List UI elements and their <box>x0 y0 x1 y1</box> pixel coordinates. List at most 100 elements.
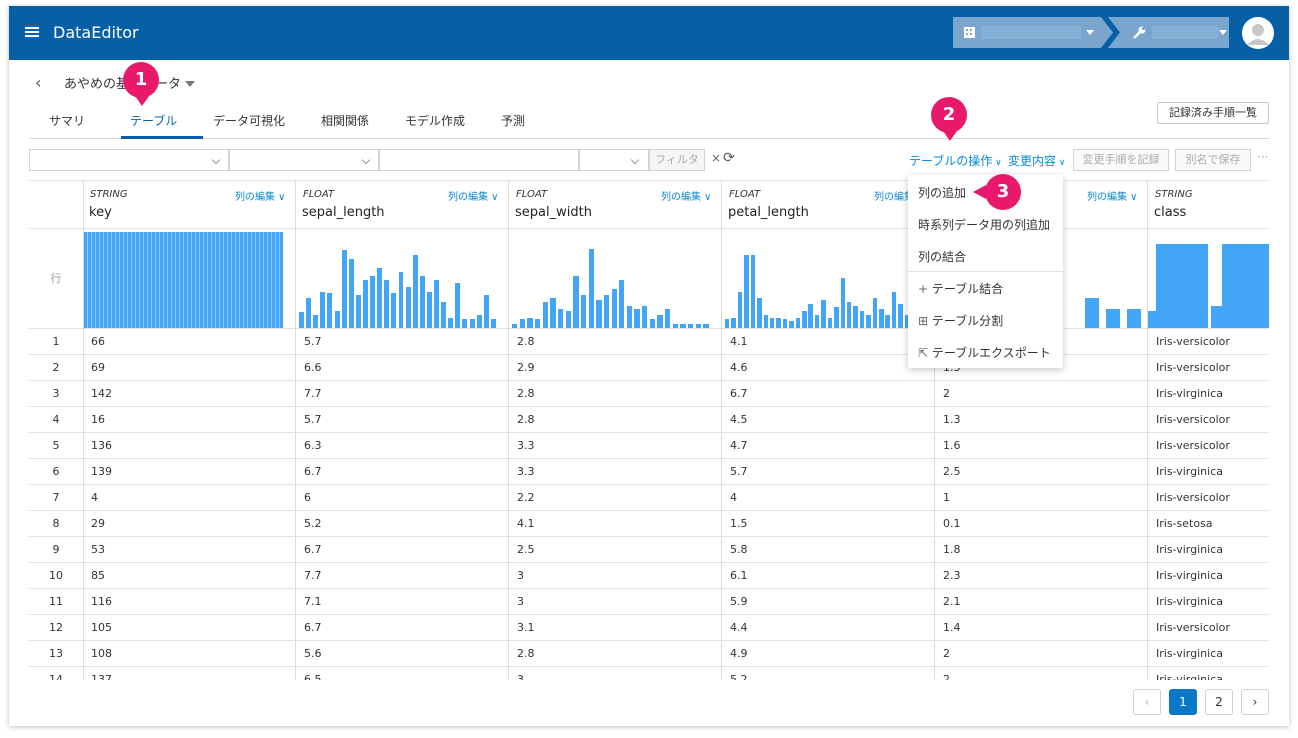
table-cell[interactable]: 29 <box>91 517 105 530</box>
table-cell[interactable]: 2.8 <box>517 413 535 426</box>
table-cell[interactable]: 0.1 <box>943 517 961 530</box>
table-cell[interactable]: Iris-versicolor <box>1156 413 1230 426</box>
table-cell[interactable]: 4.4 <box>730 621 748 634</box>
table-cell[interactable]: Iris-versicolor <box>1156 439 1230 452</box>
table-cell[interactable]: 3.3 <box>517 439 535 452</box>
table-cell[interactable]: 7.1 <box>304 595 322 608</box>
dataset-dropdown-icon[interactable] <box>185 81 195 87</box>
record-steps-button[interactable]: 変更手順を記録 <box>1073 149 1169 171</box>
table-cell[interactable]: 6.5 <box>304 673 322 680</box>
refresh-icon[interactable]: ⟳ <box>723 150 735 166</box>
table-cell[interactable]: 2.5 <box>943 465 961 478</box>
table-cell[interactable]: 7.7 <box>304 569 322 582</box>
table-cell[interactable]: 1.4 <box>943 621 961 634</box>
clear-filter-icon[interactable]: × <box>711 151 721 165</box>
table-cell[interactable]: 69 <box>91 361 105 374</box>
table-cell[interactable]: 6.7 <box>304 465 322 478</box>
save-as-button[interactable]: 別名で保存 <box>1175 149 1251 171</box>
menu-icon[interactable] <box>25 27 39 37</box>
table-cell[interactable]: 1.6 <box>943 439 961 452</box>
table-cell[interactable]: 5.8 <box>730 543 748 556</box>
condition-select[interactable] <box>579 149 649 171</box>
edit-column-button[interactable]: 列の編集 ∨ <box>448 188 499 203</box>
table-cell[interactable]: 4.9 <box>730 647 748 660</box>
table-cell[interactable]: 2.3 <box>943 569 961 582</box>
table-cell[interactable]: 2.8 <box>517 335 535 348</box>
table-cell[interactable]: Iris-virginica <box>1156 387 1223 400</box>
table-cell[interactable]: 6.6 <box>304 361 322 374</box>
table-cell[interactable]: Iris-virginica <box>1156 465 1223 478</box>
table-cell[interactable]: 116 <box>91 595 112 608</box>
table-cell[interactable]: 2.9 <box>517 361 535 374</box>
table-cell[interactable]: 7.7 <box>304 387 322 400</box>
menu-item-add-timeseries-column[interactable]: 時系列データ用の列追加 <box>918 216 1050 233</box>
menu-item-merge-columns[interactable]: 列の結合 <box>918 248 966 265</box>
table-cell[interactable]: 3 <box>517 673 524 680</box>
table-cell[interactable]: Iris-versicolor <box>1156 491 1230 504</box>
project-selector[interactable] <box>1108 17 1229 48</box>
tab-model[interactable]: モデル作成 <box>405 112 465 129</box>
table-cell[interactable]: 5.7 <box>304 413 322 426</box>
table-cell[interactable]: 2 <box>943 673 950 680</box>
table-cell[interactable]: Iris-virginica <box>1156 569 1223 582</box>
pagination-next[interactable]: › <box>1241 689 1269 715</box>
table-cell[interactable]: 5.2 <box>730 673 748 680</box>
table-cell[interactable]: 2.8 <box>517 647 535 660</box>
table-cell[interactable]: 3.1 <box>517 621 535 634</box>
table-cell[interactable]: 3 <box>517 569 524 582</box>
table-cell[interactable]: 6.1 <box>730 569 748 582</box>
table-cell[interactable]: 3.3 <box>517 465 535 478</box>
filter-button[interactable]: フィルタ <box>649 149 705 171</box>
avatar[interactable] <box>1242 17 1274 49</box>
table-cell[interactable]: 2 <box>943 647 950 660</box>
pagination-page-2[interactable]: 2 <box>1205 689 1233 715</box>
operator-select[interactable] <box>229 149 379 171</box>
recorded-steps-button[interactable]: 記録済み手順一覧 <box>1157 102 1269 124</box>
edit-column-button[interactable]: 列の編集 ∨ <box>661 188 712 203</box>
menu-item-split-table[interactable]: ⊞ テーブル分割 <box>918 312 1003 329</box>
table-cell[interactable]: Iris-versicolor <box>1156 335 1230 348</box>
table-cell[interactable]: Iris-versicolor <box>1156 621 1230 634</box>
table-cell[interactable]: 5.7 <box>730 465 748 478</box>
table-cell[interactable]: 2.5 <box>517 543 535 556</box>
table-cell[interactable]: 105 <box>91 621 112 634</box>
table-cell[interactable]: 108 <box>91 647 112 660</box>
table-cell[interactable]: 139 <box>91 465 112 478</box>
table-cell[interactable]: 4 <box>91 491 98 504</box>
organization-selector[interactable] <box>953 17 1113 48</box>
table-cell[interactable]: 16 <box>91 413 105 426</box>
table-cell[interactable]: 2.1 <box>943 595 961 608</box>
table-cell[interactable]: 5.7 <box>304 335 322 348</box>
table-cell[interactable]: 2.8 <box>517 387 535 400</box>
table-cell[interactable]: 4 <box>730 491 737 504</box>
table-cell[interactable]: 53 <box>91 543 105 556</box>
pagination-page-1[interactable]: 1 <box>1169 689 1197 715</box>
table-cell[interactable]: 2 <box>943 387 950 400</box>
table-cell[interactable]: 4.7 <box>730 439 748 452</box>
more-icon[interactable]: ··· <box>1257 150 1268 164</box>
edit-column-button[interactable]: 列の編集 ∨ <box>1087 188 1138 203</box>
table-cell[interactable]: 6.7 <box>304 543 322 556</box>
table-cell[interactable]: 5.9 <box>730 595 748 608</box>
table-cell[interactable]: 1 <box>943 491 950 504</box>
filter-value-input[interactable] <box>379 149 579 171</box>
tab-correlation[interactable]: 相関関係 <box>321 112 369 129</box>
table-cell[interactable]: Iris-versicolor <box>1156 361 1230 374</box>
table-cell[interactable]: 142 <box>91 387 112 400</box>
tab-table[interactable]: テーブル <box>130 112 177 129</box>
table-cell[interactable]: 1.5 <box>730 517 748 530</box>
table-cell[interactable]: 6.7 <box>304 621 322 634</box>
table-cell[interactable]: Iris-virginica <box>1156 673 1223 680</box>
table-cell[interactable]: 66 <box>91 335 105 348</box>
table-cell[interactable]: 136 <box>91 439 112 452</box>
table-cell[interactable]: Iris-setosa <box>1156 517 1213 530</box>
table-cell[interactable]: 1.8 <box>943 543 961 556</box>
table-cell[interactable]: 4.6 <box>730 361 748 374</box>
table-cell[interactable]: 85 <box>91 569 105 582</box>
table-cell[interactable]: 5.2 <box>304 517 322 530</box>
table-cell[interactable]: 6.3 <box>304 439 322 452</box>
tab-prediction[interactable]: 予測 <box>501 112 525 129</box>
pagination-prev[interactable]: ‹ <box>1133 689 1161 715</box>
menu-item-add-column[interactable]: 列の追加 <box>918 184 966 201</box>
table-cell[interactable]: 6.7 <box>730 387 748 400</box>
